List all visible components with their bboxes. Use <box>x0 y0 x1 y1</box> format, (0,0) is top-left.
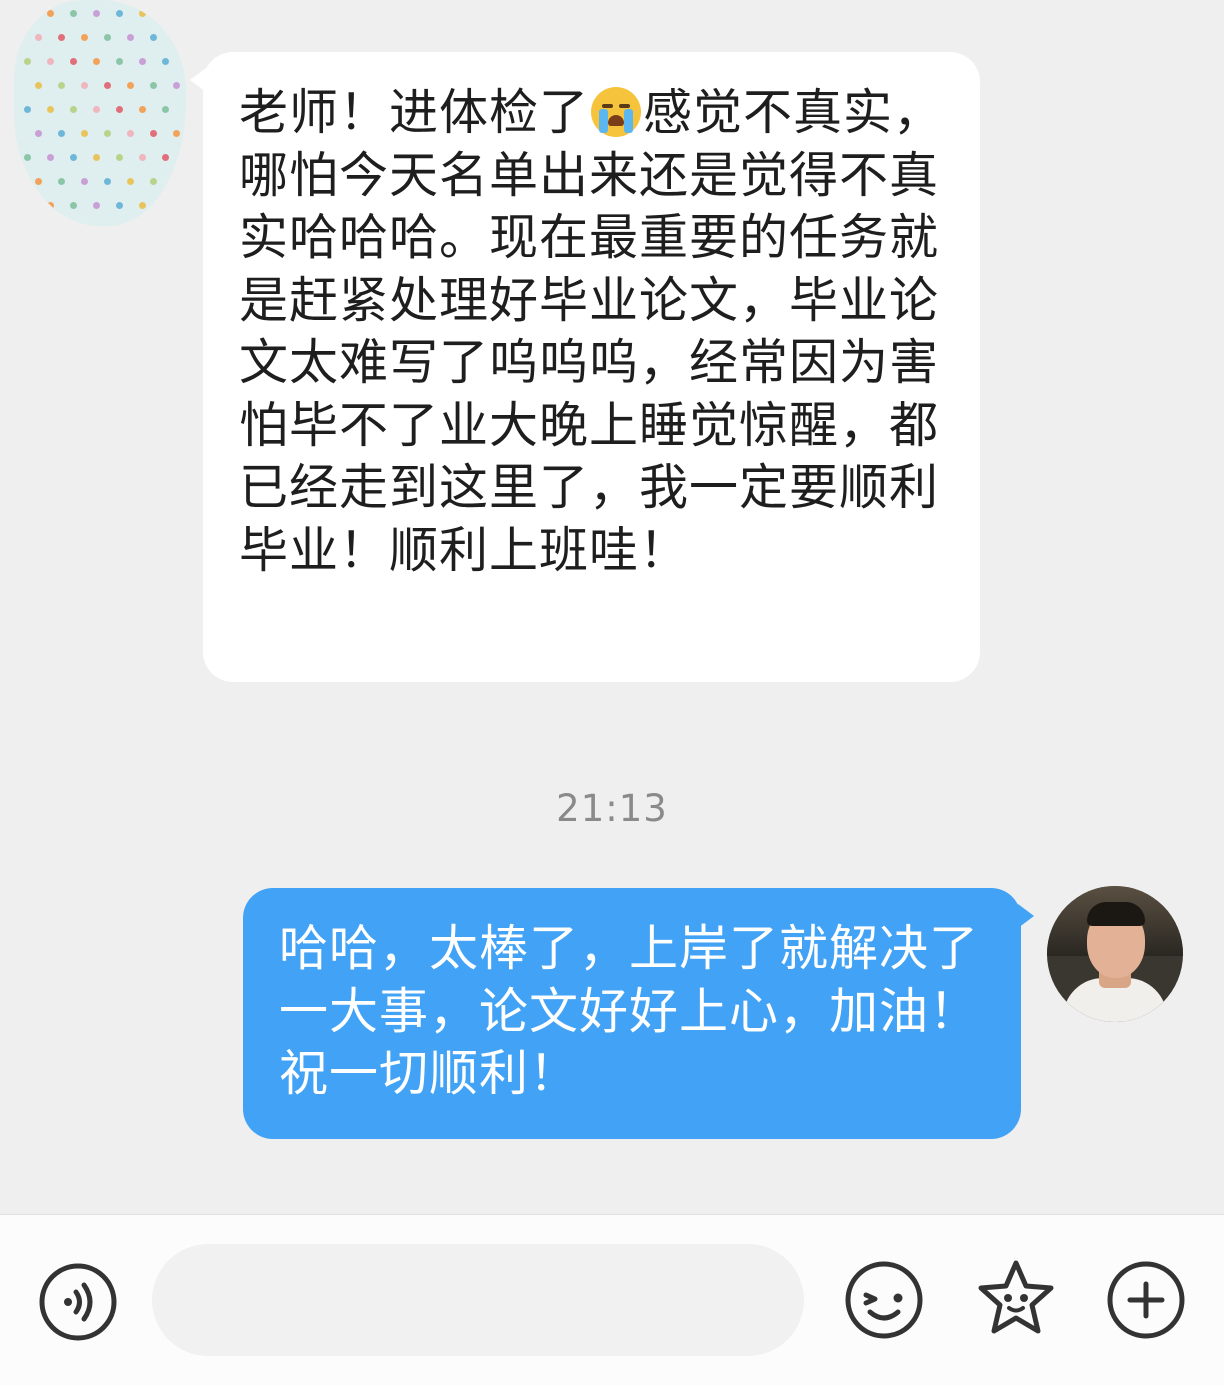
avatar-dot <box>93 106 100 113</box>
avatar-dot <box>162 154 169 161</box>
avatar-dot <box>81 178 88 185</box>
avatar-dot <box>104 34 111 41</box>
avatar-dot <box>150 178 157 185</box>
avatar-dot <box>58 130 65 137</box>
avatar-dot <box>58 82 65 89</box>
avatar-dot <box>35 34 42 41</box>
avatar-dot <box>150 82 157 89</box>
incoming-message-text-end: 感觉不真实，哪怕今天名单出来还是觉得不真实哈哈哈。现在最重要的任务就是赶紧处理好… <box>239 84 944 579</box>
avatar-dot <box>162 202 169 209</box>
avatar-dot <box>139 58 146 65</box>
avatar-dot <box>81 130 88 137</box>
avatar-dot <box>116 10 123 17</box>
favorites-star-icon <box>978 1260 1054 1334</box>
avatar-dot <box>173 34 180 41</box>
avatar-dot <box>24 10 31 17</box>
avatar-dot <box>173 82 180 89</box>
avatar-dot <box>47 58 54 65</box>
avatar-dot <box>139 106 146 113</box>
avatar-dot <box>127 82 134 89</box>
outgoing-message-bubble[interactable]: 哈哈，太棒了，上岸了就解决了一大事，论文好好上心，加油！祝一切顺利！ <box>243 888 1034 1139</box>
avatar-dot <box>127 130 134 137</box>
favorites-button[interactable] <box>973 1256 1059 1342</box>
outgoing-message-text: 哈哈，太棒了，上岸了就解决了一大事，论文好好上心，加油！祝一切顺利！ <box>279 920 980 1102</box>
avatar-dot <box>24 202 31 209</box>
avatar-dot <box>93 154 100 161</box>
avatar-dot <box>81 34 88 41</box>
avatar-dot <box>116 106 123 113</box>
avatar-dot <box>70 10 77 17</box>
avatar-dot <box>93 202 100 209</box>
avatar-dot <box>116 154 123 161</box>
avatar-dot <box>35 82 42 89</box>
message-input[interactable] <box>152 1244 804 1356</box>
voice-icon <box>39 1263 117 1341</box>
more-button[interactable] <box>1106 1260 1186 1340</box>
avatar-dot <box>70 202 77 209</box>
avatar-dot <box>162 10 169 17</box>
avatar-dot <box>150 34 157 41</box>
avatar-dot <box>150 130 157 137</box>
avatar-dot <box>139 202 146 209</box>
voice-button[interactable] <box>38 1262 118 1342</box>
avatar-dot <box>24 154 31 161</box>
avatar-dot <box>93 58 100 65</box>
avatar-dot <box>162 106 169 113</box>
avatar-dot <box>127 178 134 185</box>
avatar-dot <box>173 130 180 137</box>
crying-face-emoji-icon <box>591 87 642 137</box>
avatar-dot <box>81 82 88 89</box>
avatar-dot <box>47 154 54 161</box>
avatar-dot <box>70 154 77 161</box>
avatar-dot <box>35 178 42 185</box>
avatar-dot <box>162 58 169 65</box>
avatar-dot <box>139 10 146 17</box>
avatar-dot <box>35 130 42 137</box>
avatar-dot <box>139 154 146 161</box>
avatar-dot <box>104 130 111 137</box>
avatar-dot <box>24 58 31 65</box>
avatar-dot <box>70 58 77 65</box>
avatar-dot <box>173 178 180 185</box>
emoji-icon <box>845 1261 923 1339</box>
avatar-dot <box>70 106 77 113</box>
avatar-dot <box>127 34 134 41</box>
avatar-dot <box>104 82 111 89</box>
avatar-dot <box>58 178 65 185</box>
avatar-dot <box>104 178 111 185</box>
avatar-dot <box>47 10 54 17</box>
emoji-button[interactable] <box>844 1260 924 1340</box>
avatar-dot <box>58 34 65 41</box>
avatar-dot <box>47 202 54 209</box>
plus-icon <box>1107 1261 1185 1339</box>
contact-avatar[interactable] <box>14 0 186 226</box>
avatar-dot <box>116 58 123 65</box>
avatar-dot <box>24 106 31 113</box>
avatar-dot <box>47 106 54 113</box>
user-avatar[interactable] <box>1047 886 1183 1022</box>
avatar-dot <box>116 202 123 209</box>
avatar-dot <box>93 10 100 17</box>
chat-area[interactable]: 老师！进体检了 感觉不真实，哪怕今天名单出来还是觉得不真实哈哈哈。现在最重要的任务… <box>0 0 1224 1214</box>
message-timestamp: 21:13 <box>556 787 668 830</box>
incoming-message-bubble[interactable]: 老师！进体检了 感觉不真实，哪怕今天名单出来还是觉得不真实哈哈哈。现在最重要的任务… <box>190 52 980 682</box>
incoming-message-text-start: 老师！进体检了 <box>239 84 590 141</box>
